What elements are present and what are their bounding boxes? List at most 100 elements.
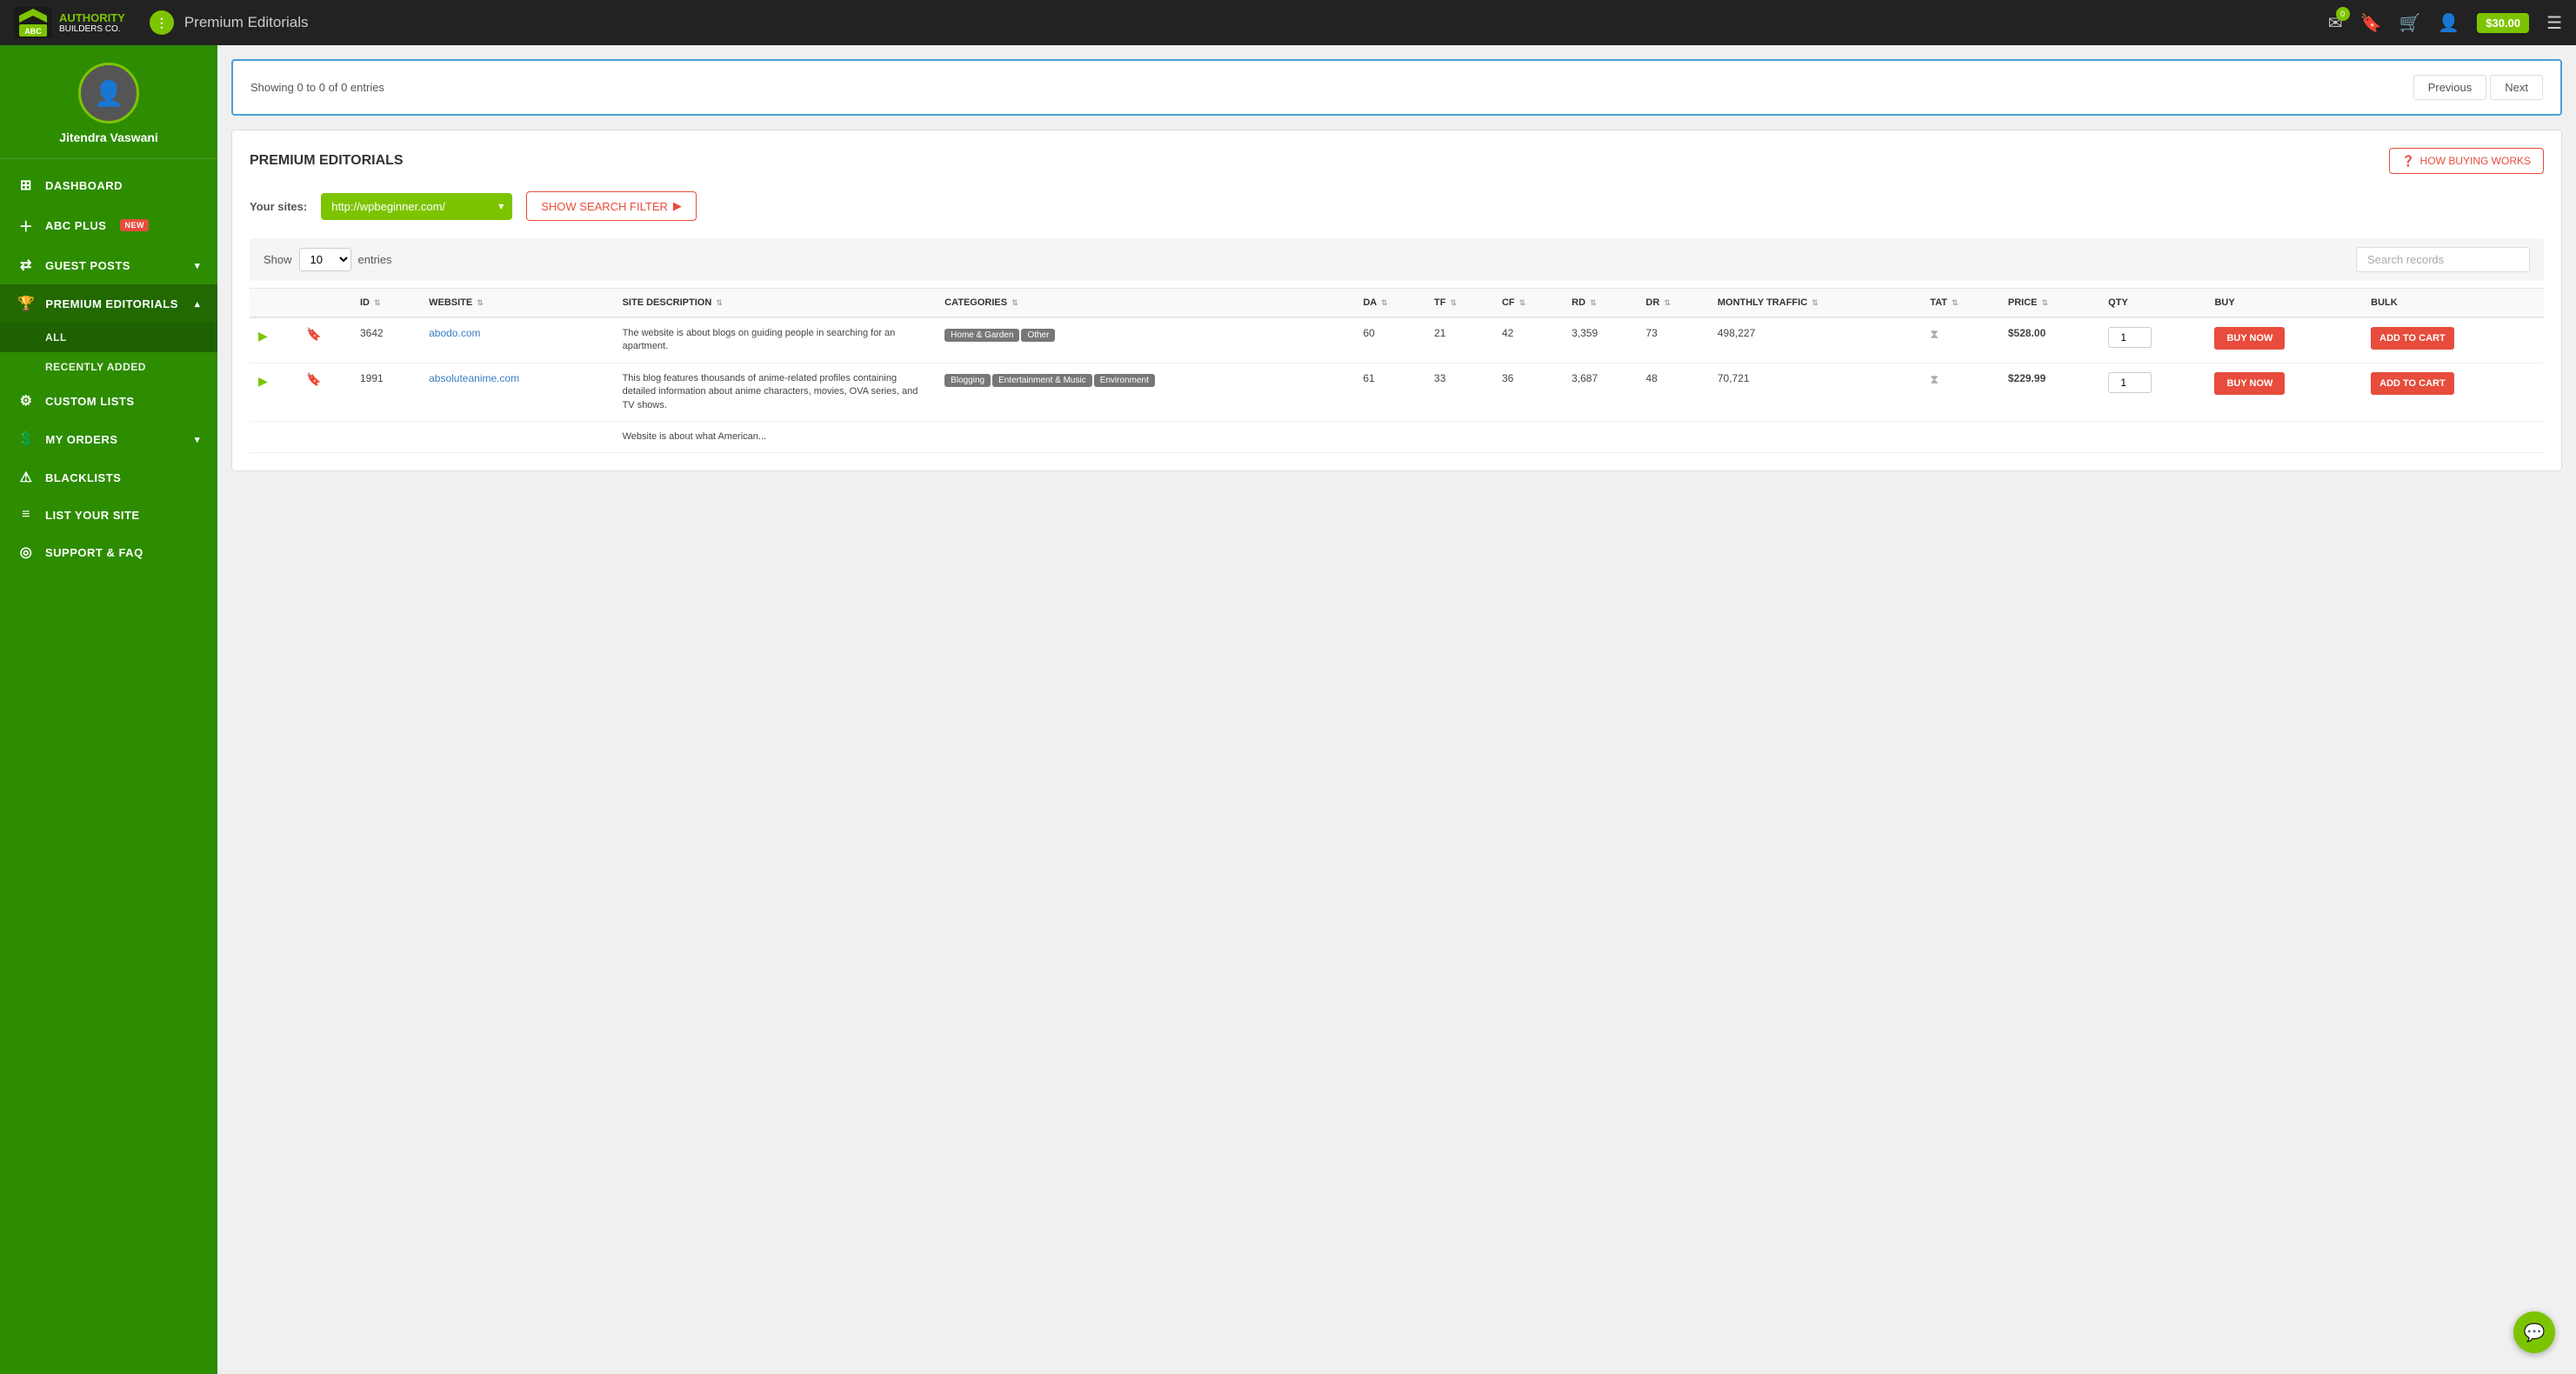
expand-button[interactable]: ▶: [257, 372, 270, 390]
expand-cell[interactable]: ▶: [250, 317, 299, 363]
website-cell: [422, 421, 615, 452]
sidebar-item-label: GUEST POSTS: [45, 259, 130, 272]
website-cell: abodo.com: [422, 317, 615, 363]
sidebar-item-blacklists[interactable]: ⚠ BLACKLISTS: [0, 458, 217, 497]
col-website[interactable]: WEBSITE ⇅: [422, 289, 615, 318]
bulk-cell[interactable]: ADD TO CART: [2364, 317, 2544, 363]
sidebar-item-custom-lists[interactable]: ⚙ CUSTOM LISTS: [0, 382, 217, 420]
mail-icon[interactable]: ✉ 0: [2328, 12, 2343, 34]
warning-icon: ⚠: [17, 469, 35, 486]
dashboard-icon: ⊞: [17, 177, 35, 194]
col-monthly-traffic[interactable]: MONTHLY TRAFFIC ⇅: [1711, 289, 1923, 318]
orders-icon: 💲: [17, 430, 35, 448]
add-to-cart-button[interactable]: ADD TO CART: [2371, 372, 2454, 395]
info-button[interactable]: ⋮: [150, 10, 174, 35]
panel-title: PREMIUM EDITORIALS: [250, 153, 404, 169]
bookmark-cell[interactable]: 🔖: [299, 363, 353, 421]
entries-select[interactable]: 10 25 50 100: [299, 248, 351, 271]
hourglass-icon: ⧗: [1930, 372, 1939, 386]
bookmark-cell[interactable]: 🔖: [299, 317, 353, 363]
buy-now-button[interactable]: BUY NOW: [2214, 327, 2285, 350]
bulk-cell[interactable]: ADD TO CART: [2364, 363, 2544, 421]
page-title: Premium Editorials: [184, 14, 2318, 31]
prev-button[interactable]: Previous: [2413, 75, 2487, 100]
cf-cell: 36: [1495, 363, 1565, 421]
sidebar-item-guest-posts[interactable]: ⇄ GUEST POSTS ▾: [0, 246, 217, 284]
col-expand: [250, 289, 299, 318]
logo: ABC AUTHORITY BUILDERS CO.: [14, 7, 125, 38]
website-link[interactable]: abodo.com: [429, 327, 480, 339]
sidebar-item-label: SUPPORT & FAQ: [45, 546, 143, 559]
sidebar-item-dashboard[interactable]: ⊞ DASHBOARD: [0, 166, 217, 204]
data-table: ID ⇅ WEBSITE ⇅ SITE DESCRIPTION ⇅ CATEGO…: [250, 288, 2544, 453]
bookmark-nav-icon[interactable]: 🔖: [2360, 12, 2382, 34]
col-description[interactable]: SITE DESCRIPTION ⇅: [616, 289, 938, 318]
col-da[interactable]: DA ⇅: [1356, 289, 1427, 318]
col-tf[interactable]: TF ⇅: [1427, 289, 1495, 318]
search-input[interactable]: [2356, 247, 2530, 272]
user-nav-icon[interactable]: 👤: [2438, 12, 2459, 34]
sidebar-item-abc-plus[interactable]: ＋ ABC PLUS New: [0, 204, 217, 246]
show-entries: Show 10 25 50 100 entries: [264, 248, 392, 271]
table-header: ID ⇅ WEBSITE ⇅ SITE DESCRIPTION ⇅ CATEGO…: [250, 289, 2544, 318]
desc-cell: Website is about what American...: [616, 421, 938, 452]
price-cell: $229.99: [2001, 363, 2101, 421]
dr-cell: [1638, 421, 1710, 452]
col-buy: BUY: [2207, 289, 2364, 318]
expand-cell: [250, 421, 299, 452]
qty-input[interactable]: [2108, 372, 2152, 393]
bookmark-icon[interactable]: 🔖: [306, 327, 321, 341]
cat-cell: [938, 421, 1356, 452]
sidebar-sub-item-recently-added[interactable]: RECENTLY ADDED: [0, 352, 217, 382]
sites-select[interactable]: http://wpbeginner.com/: [321, 193, 512, 220]
col-tat[interactable]: TAT ⇅: [1923, 289, 2001, 318]
sidebar-item-list-your-site[interactable]: ≡ LIST YOUR SITE: [0, 497, 217, 533]
category-badge: Other: [1021, 329, 1055, 342]
qty-input[interactable]: [2108, 327, 2152, 348]
expand-button[interactable]: ▶: [257, 327, 270, 345]
col-cf[interactable]: CF ⇅: [1495, 289, 1565, 318]
buy-cell: [2207, 421, 2364, 452]
next-button[interactable]: Next: [2490, 75, 2543, 100]
bulk-cell: [2364, 421, 2544, 452]
col-id[interactable]: ID ⇅: [353, 289, 422, 318]
how-buying-button[interactable]: ❓ HOW BUYING WORKS: [2389, 148, 2544, 174]
add-to-cart-button[interactable]: ADD TO CART: [2371, 327, 2454, 350]
id-cell: 1991: [353, 363, 422, 421]
col-categories[interactable]: CATEGORIES ⇅: [938, 289, 1356, 318]
sidebar-item-my-orders[interactable]: 💲 MY ORDERS ▾: [0, 420, 217, 458]
sidebar-item-label: MY ORDERS: [45, 433, 117, 446]
buy-cell[interactable]: BUY NOW: [2207, 363, 2364, 421]
col-qty: QTY: [2101, 289, 2207, 318]
sites-label: Your sites:: [250, 200, 307, 213]
balance-button[interactable]: $30.00: [2477, 13, 2529, 33]
bookmark-icon[interactable]: 🔖: [306, 372, 321, 386]
da-cell: 60: [1356, 317, 1427, 363]
buy-cell[interactable]: BUY NOW: [2207, 317, 2364, 363]
main-panel: PREMIUM EDITORIALS ❓ HOW BUYING WORKS Yo…: [231, 130, 2562, 471]
col-rd[interactable]: RD ⇅: [1565, 289, 1638, 318]
sidebar-sub-item-all[interactable]: ALL: [0, 323, 217, 352]
qty-cell[interactable]: [2101, 317, 2207, 363]
expand-cell[interactable]: ▶: [250, 363, 299, 421]
tf-cell: 21: [1427, 317, 1495, 363]
sub-item-label: ALL: [45, 331, 67, 344]
rd-cell: 3,359: [1565, 317, 1638, 363]
table-row: ▶ 🔖 3642 abodo.com The website is about …: [250, 317, 2544, 363]
col-dr[interactable]: DR ⇅: [1638, 289, 1710, 318]
qty-cell[interactable]: [2101, 363, 2207, 421]
show-filter-button[interactable]: SHOW SEARCH FILTER ▶: [526, 191, 697, 221]
menu-icon[interactable]: ☰: [2546, 12, 2562, 34]
sidebar-item-premium-editorials[interactable]: 🏆 PREMIUM EDITORIALS ▴: [0, 284, 217, 323]
logo-text: AUTHORITY BUILDERS CO.: [59, 11, 125, 35]
col-price[interactable]: PRICE ⇅: [2001, 289, 2101, 318]
sidebar-item-support-faq[interactable]: ◎ SUPPORT & FAQ: [0, 533, 217, 571]
sidebar-item-label: DASHBOARD: [45, 179, 123, 192]
website-link[interactable]: absoluteanime.com: [429, 372, 519, 384]
category-badge: Home & Garden: [944, 329, 1019, 342]
col-bookmark: [299, 289, 353, 318]
buy-now-button[interactable]: BUY NOW: [2214, 372, 2285, 395]
cart-nav-icon[interactable]: 🛒: [2399, 12, 2420, 34]
chat-bubble[interactable]: 💬: [2513, 1311, 2555, 1353]
guest-posts-icon: ⇄: [17, 257, 35, 274]
